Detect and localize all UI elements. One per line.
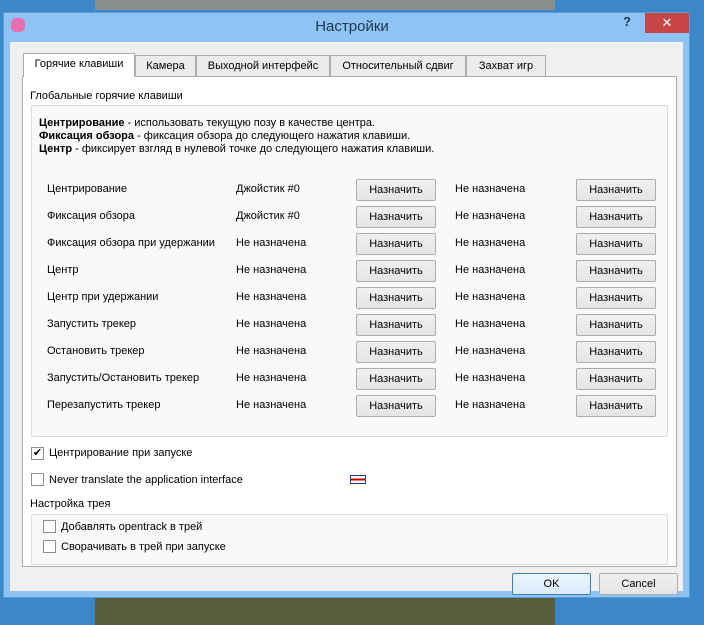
minimize-to-tray-label: Сворачивать в трей при запуске	[61, 541, 226, 553]
hotkey-row: Центрирование Джойстик #0 Назначить Не назн…	[47, 179, 667, 201]
hotkey-action-label: Перезапустить трекер	[47, 399, 161, 411]
tab-game-capture[interactable]: Захват игр	[466, 55, 546, 76]
assign-button-1[interactable]: Назначить	[356, 206, 436, 228]
close-button[interactable]: ✕	[645, 13, 689, 33]
assign-button-2[interactable]: Назначить	[576, 314, 656, 336]
hotkey-binding-2: Не назначена	[455, 237, 526, 249]
never-translate-checkbox[interactable]	[31, 473, 44, 486]
never-translate-label: Never translate the application interfac…	[49, 474, 243, 486]
help-desc: - фиксирует взгляд в нулевой точке до сл…	[72, 143, 435, 155]
hotkey-binding-1: Джойстик #0	[236, 210, 300, 222]
hotkey-binding-2: Не назначена	[455, 318, 526, 330]
hotkey-action-label: Центрирование	[47, 183, 128, 195]
assign-button-1[interactable]: Назначить	[356, 314, 436, 336]
desktop-background	[95, 0, 555, 10]
assign-button-1[interactable]: Назначить	[356, 368, 436, 390]
hotkey-action-label: Центр	[47, 264, 79, 276]
help-desc: - фиксация обзора до следующего нажатия …	[134, 130, 411, 142]
window-title: Настройки	[315, 18, 389, 35]
center-on-start-label: Центрирование при запуске	[49, 447, 193, 459]
hotkey-binding-2: Не назначена	[455, 210, 526, 222]
add-to-tray-checkbox[interactable]	[43, 520, 56, 533]
hotkey-action-label: Фиксация обзора	[47, 210, 135, 222]
minimize-to-tray-checkbox[interactable]	[43, 540, 56, 553]
hotkey-binding-2: Не назначена	[455, 345, 526, 357]
hotkey-binding-2: Не назначена	[455, 372, 526, 384]
hotkey-binding-2: Не назначена	[455, 264, 526, 276]
hotkey-row: Запустить/Остановить трекер Не назначена Н…	[47, 368, 667, 390]
assign-button-2[interactable]: Назначить	[576, 395, 656, 417]
assign-button-2[interactable]: Назначить	[576, 368, 656, 390]
hotkey-action-label: Запустить/Остановить трекер	[47, 372, 200, 384]
ok-button[interactable]: OK	[512, 573, 591, 595]
add-to-tray-label: Добавлять opentrack в трей	[61, 521, 203, 533]
center-on-start-checkbox[interactable]: ✔	[31, 447, 44, 460]
tab-relative-shift[interactable]: Относительный сдвиг	[330, 55, 466, 76]
assign-button-1[interactable]: Назначить	[356, 287, 436, 309]
help-desc: - использовать текущую позу в качестве ц…	[124, 117, 376, 129]
cancel-button[interactable]: Cancel	[599, 573, 678, 595]
hotkey-binding-2: Не назначена	[455, 183, 526, 195]
assign-button-1[interactable]: Назначить	[356, 179, 436, 201]
assign-button-2[interactable]: Назначить	[576, 179, 656, 201]
tray-settings-title: Настройка трея	[30, 498, 111, 510]
assign-button-1[interactable]: Назначить	[356, 395, 436, 417]
hotkey-action-label: Запустить трекер	[47, 318, 137, 330]
help-term: Центр	[39, 143, 73, 155]
help-button[interactable]: ?	[623, 14, 631, 29]
assign-button-1[interactable]: Назначить	[356, 341, 436, 363]
assign-button-1[interactable]: Назначить	[356, 260, 436, 282]
assign-button-2[interactable]: Назначить	[576, 206, 656, 228]
assign-button-2[interactable]: Назначить	[576, 233, 656, 255]
tab-output[interactable]: Выходной интерфейс	[196, 55, 330, 76]
hotkey-row: Фиксация обзора при удержании Не назначен…	[47, 233, 667, 255]
help-text: Центрирование - использовать текущую поз…	[39, 117, 434, 156]
hotkey-binding-1: Не назначена	[236, 318, 307, 330]
desktop-background	[95, 598, 555, 625]
global-hotkeys-title: Глобальные горячие клавиши	[30, 90, 183, 102]
hotkey-binding-2: Не назначена	[455, 399, 526, 411]
hotkey-row: Запустить трекер Не назначена Назначить Не …	[47, 314, 667, 336]
hotkey-binding-2: Не назначена	[455, 291, 526, 303]
hotkey-row: Остановить трекер Не назначена Назначить Не…	[47, 341, 667, 363]
assign-button-1[interactable]: Назначить	[356, 233, 436, 255]
tab-hotkeys[interactable]: Горячие клавиши	[23, 53, 135, 77]
hotkey-binding-1: Не назначена	[236, 345, 307, 357]
hotkey-binding-1: Не назначена	[236, 291, 307, 303]
hotkey-row: Центр Не назначена Назначить Не назначена На…	[47, 260, 667, 282]
hotkey-row: Перезапустить трекер Не назначена Назначит…	[47, 395, 667, 417]
hotkey-binding-1: Не назначена	[236, 264, 307, 276]
hotkey-binding-1: Не назначена	[236, 399, 307, 411]
assign-button-2[interactable]: Назначить	[576, 260, 656, 282]
hotkey-action-label: Остановить трекер	[47, 345, 145, 357]
hotkey-action-label: Центр при удержании	[47, 291, 159, 303]
uk-flag-icon	[350, 475, 366, 484]
assign-button-2[interactable]: Назначить	[576, 341, 656, 363]
hotkey-row: Центр при удержании Не назначена Назначить…	[47, 287, 667, 309]
hotkey-binding-1: Не назначена	[236, 372, 307, 384]
hotkey-binding-1: Джойстик #0	[236, 183, 300, 195]
help-term: Центрирование	[39, 117, 125, 129]
assign-button-2[interactable]: Назначить	[576, 287, 656, 309]
help-term: Фиксация обзора	[39, 130, 134, 142]
hotkey-binding-1: Не назначена	[236, 237, 307, 249]
hotkey-action-label: Фиксация обзора при удержании	[47, 237, 215, 249]
hotkey-row: Фиксация обзора Джойстик #0 Назначить Не на…	[47, 206, 667, 228]
tab-camera[interactable]: Камера	[135, 55, 196, 76]
